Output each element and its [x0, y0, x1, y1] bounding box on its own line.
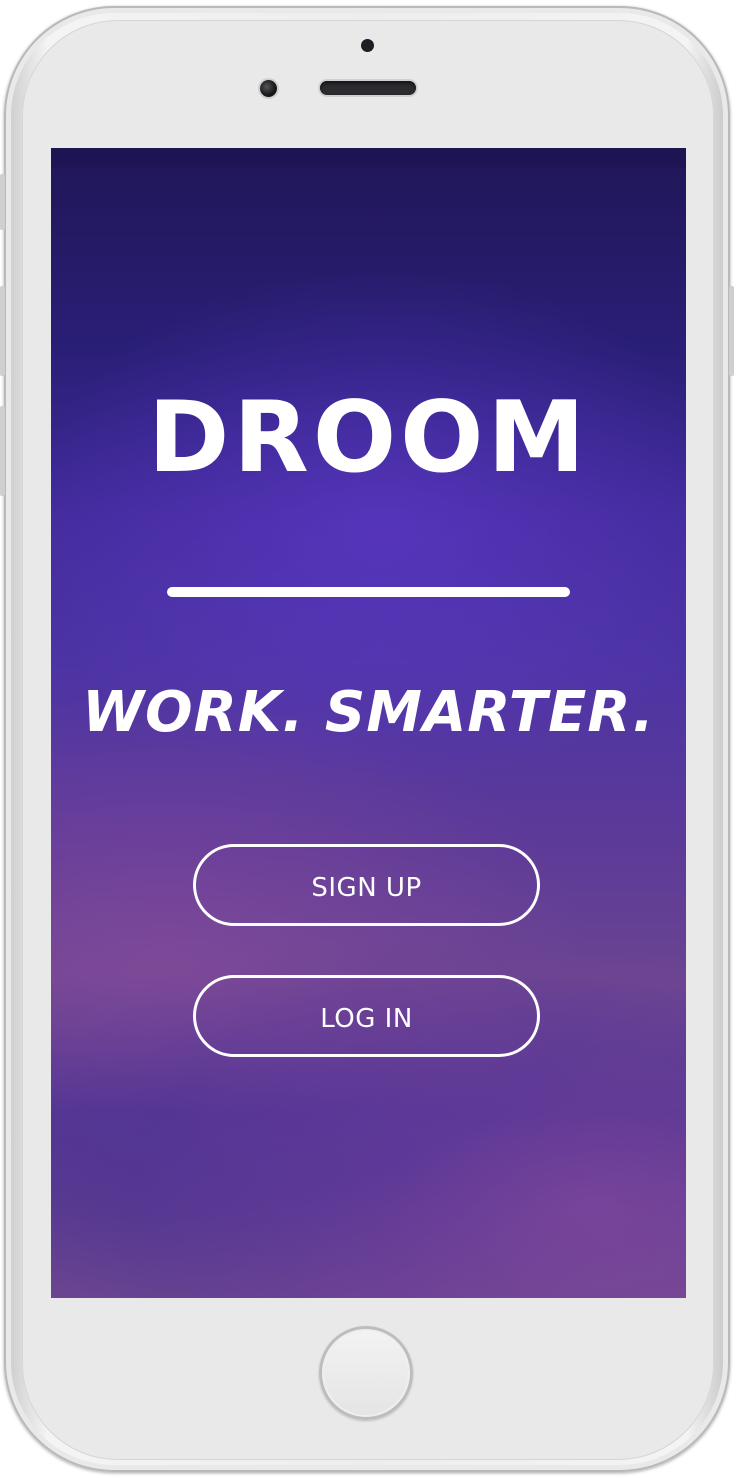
app-tagline: WORK. SMARTER. — [82, 680, 655, 745]
proximity-sensor — [361, 39, 374, 52]
status-bar — [51, 148, 686, 168]
sign-up-button[interactable]: SIGN UP — [193, 844, 540, 926]
app-screen: DROOM WORK. SMARTER. SIGN UP LOG IN — [51, 148, 686, 1298]
volume-up-button — [0, 286, 5, 376]
front-camera-icon — [260, 80, 277, 97]
volume-down-button — [0, 406, 5, 496]
power-button — [729, 286, 734, 376]
home-button[interactable] — [319, 1326, 413, 1420]
title-divider — [167, 587, 570, 597]
log-in-button[interactable]: LOG IN — [193, 975, 540, 1057]
app-logo-title: DROOM — [148, 381, 589, 495]
mute-switch — [0, 174, 5, 230]
earpiece-speaker — [320, 81, 416, 95]
